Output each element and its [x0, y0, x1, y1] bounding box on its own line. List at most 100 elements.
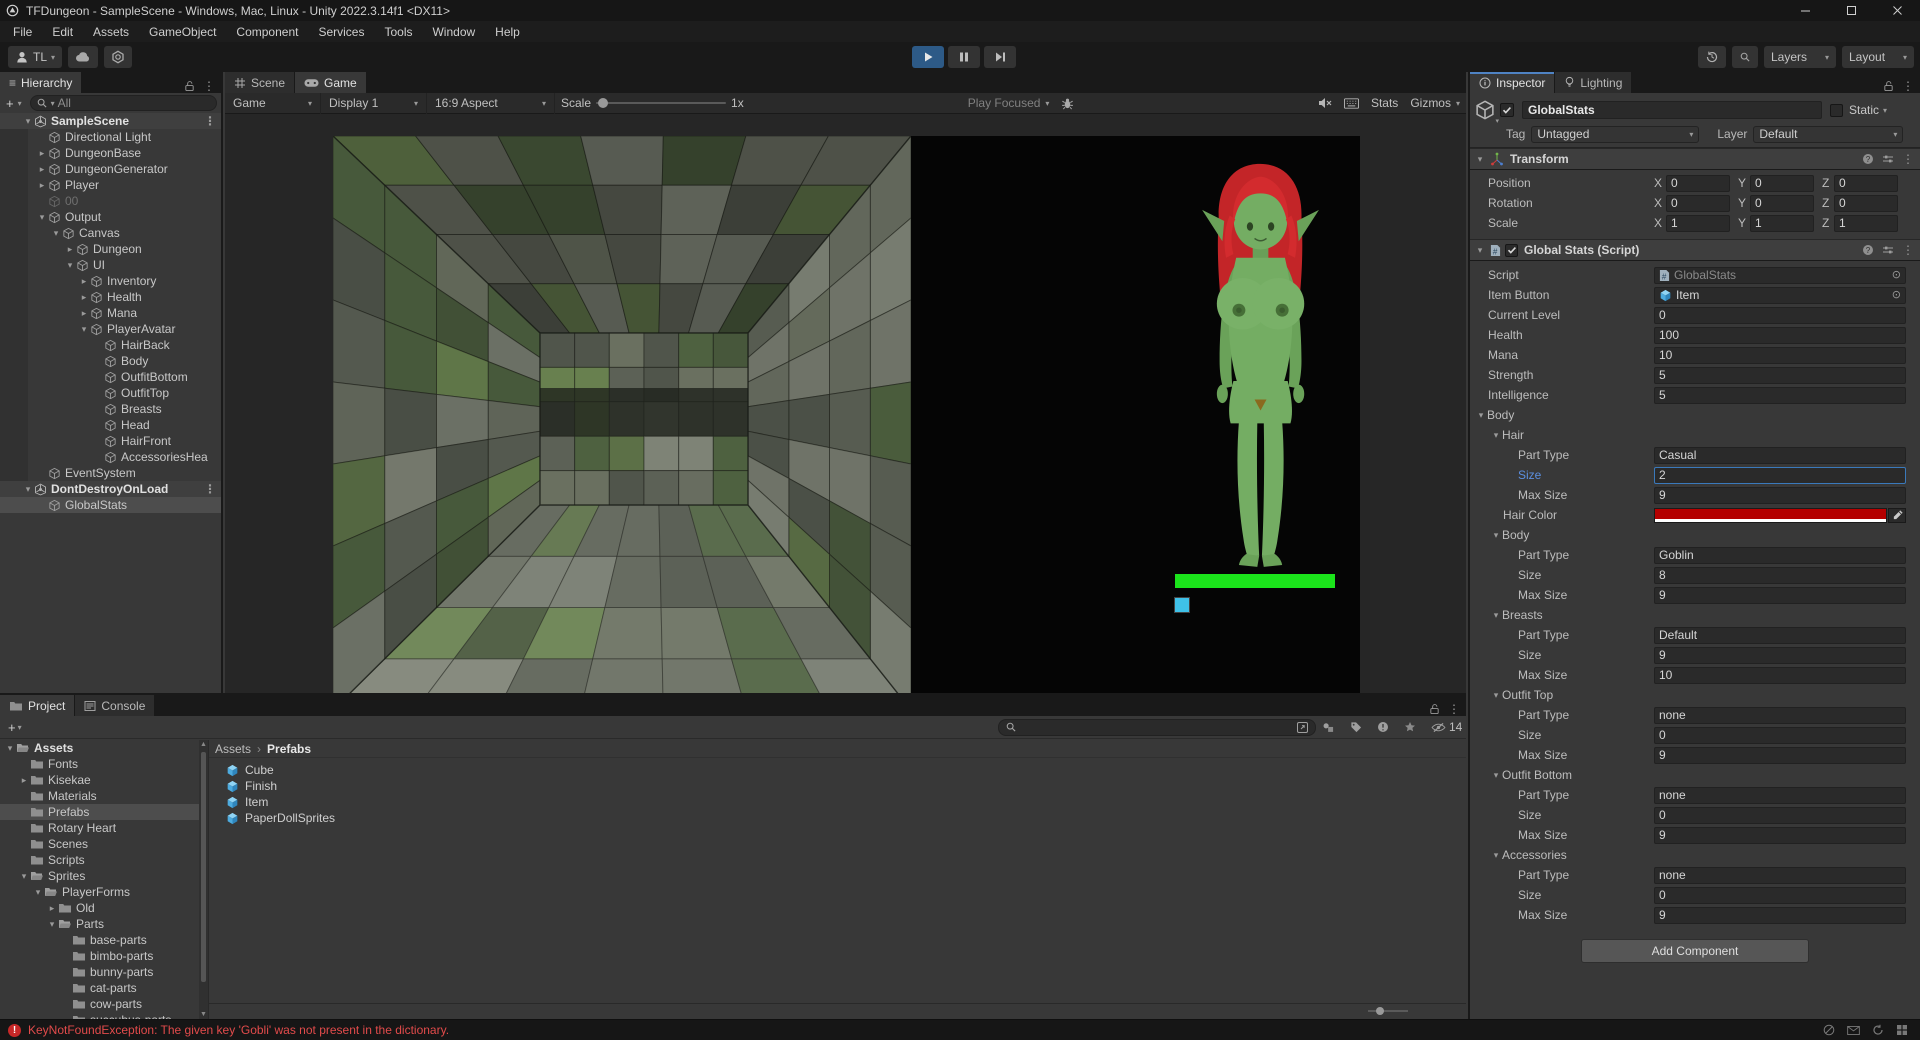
mute-audio-button[interactable]: [1312, 97, 1338, 109]
panel-menu-icon[interactable]: ⋮: [203, 79, 215, 93]
hierarchy-item-Head[interactable]: Head: [0, 417, 221, 433]
foldout-arrow[interactable]: ▸: [18, 775, 30, 786]
project-folder-Rotary Heart[interactable]: Rotary Heart: [0, 820, 199, 836]
foldout-arrow[interactable]: ▾: [1490, 430, 1502, 441]
field-size[interactable]: 9: [1654, 647, 1906, 664]
field-size[interactable]: 2: [1654, 467, 1906, 484]
scrollbar-thumb[interactable]: [201, 752, 206, 982]
tab-hierarchy[interactable]: ≡ Hierarchy: [0, 72, 82, 93]
project-folder-Scripts[interactable]: Scripts: [0, 852, 199, 868]
lock-icon[interactable]: [1429, 703, 1440, 715]
lock-icon[interactable]: [1883, 80, 1894, 92]
tab-lighting[interactable]: Lighting: [1555, 72, 1632, 93]
field-mana[interactable]: 10: [1654, 347, 1906, 364]
icon-size-slider[interactable]: [1368, 1010, 1408, 1012]
project-folder-Scenes[interactable]: Scenes: [0, 836, 199, 852]
project-folder-Assets[interactable]: ▾Assets: [0, 740, 199, 756]
create-asset-button[interactable]: +: [6, 720, 18, 735]
tab-scene[interactable]: Scene: [225, 72, 295, 93]
search-button[interactable]: [1732, 46, 1758, 68]
asset-item-PaperDollSprites[interactable]: PaperDollSprites: [209, 810, 1466, 826]
aspect-dropdown[interactable]: 16:9 Aspect▾: [427, 93, 555, 114]
foldout-arrow[interactable]: ▾: [22, 484, 34, 495]
hierarchy-item-Canvas[interactable]: ▾Canvas: [0, 225, 221, 241]
active-checkbox[interactable]: [1500, 103, 1514, 117]
messages-icon[interactable]: [1847, 1026, 1860, 1035]
hair-color-swatch[interactable]: [1654, 508, 1887, 523]
foldout-arrow[interactable]: ▾: [36, 212, 48, 223]
scale-slider[interactable]: [596, 102, 726, 104]
tab-game[interactable]: Game: [295, 72, 367, 93]
close-button[interactable]: [1874, 0, 1920, 21]
maximize-button[interactable]: [1828, 0, 1874, 21]
field-max-size[interactable]: 9: [1654, 907, 1906, 924]
gameobject-icon[interactable]: ▾: [1470, 99, 1500, 121]
layout-dropdown[interactable]: Layout▾: [1842, 46, 1914, 68]
add-gameobject-button[interactable]: +: [4, 96, 16, 111]
foldout-arrow[interactable]: ▾: [78, 324, 90, 335]
foldout-arrow[interactable]: ▾: [1490, 690, 1502, 701]
layers-dropdown[interactable]: Layers▾: [1764, 46, 1836, 68]
scene-menu-icon[interactable]: ⋮: [204, 482, 216, 496]
field-size[interactable]: 8: [1654, 567, 1906, 584]
field-size[interactable]: 0: [1654, 807, 1906, 824]
globalstats-component-header[interactable]: ▾ # Global Stats (Script) ? ⋮: [1470, 239, 1920, 261]
hierarchy-item-SampleScene[interactable]: ▾SampleScene⋮: [0, 113, 221, 129]
hierarchy-item-Dungeon[interactable]: ▸Dungeon: [0, 241, 221, 257]
menu-gameobject[interactable]: GameObject: [141, 21, 228, 42]
hierarchy-item-Breasts[interactable]: Breasts: [0, 401, 221, 417]
position-z-field[interactable]: 0: [1834, 175, 1898, 192]
hierarchy-item-Mana[interactable]: ▸Mana: [0, 305, 221, 321]
menu-tools[interactable]: Tools: [376, 21, 424, 42]
hierarchy-item-OutfitBottom[interactable]: OutfitBottom: [0, 369, 221, 385]
foldout-arrow[interactable]: ▾: [18, 871, 30, 882]
static-checkbox[interactable]: [1830, 104, 1843, 117]
project-folder-bunny-parts[interactable]: bunny-parts: [0, 964, 199, 980]
tab-project[interactable]: Project: [0, 695, 75, 716]
breadcrumb-prefabs[interactable]: Prefabs: [267, 742, 311, 756]
position-x-field[interactable]: 0: [1666, 175, 1730, 192]
field-part-type[interactable]: none: [1654, 867, 1906, 884]
scale-x-field[interactable]: 1: [1666, 215, 1730, 232]
menu-edit[interactable]: Edit: [44, 21, 85, 42]
component-enabled-checkbox[interactable]: [1505, 244, 1518, 257]
rotation-x-field[interactable]: 0: [1666, 195, 1730, 212]
menu-help[interactable]: Help: [487, 21, 532, 42]
project-folder-cat-parts[interactable]: cat-parts: [0, 980, 199, 996]
menu-assets[interactable]: Assets: [85, 21, 141, 42]
foldout-arrow[interactable]: ▾: [4, 743, 16, 754]
cache-icon[interactable]: [1896, 1024, 1908, 1036]
foldout-arrow[interactable]: ▾: [50, 228, 62, 239]
hierarchy-item-DungeonBase[interactable]: ▸DungeonBase: [0, 145, 221, 161]
open-search-window-icon[interactable]: [1296, 721, 1309, 734]
foldout-arrow[interactable]: ▾: [64, 260, 76, 271]
presets-icon[interactable]: [1882, 244, 1894, 256]
hierarchy-item-DontDestroyOnLoad[interactable]: ▾DontDestroyOnLoad⋮: [0, 481, 221, 497]
field-intelligence[interactable]: 5: [1654, 387, 1906, 404]
hierarchy-item-Inventory[interactable]: ▸Inventory: [0, 273, 221, 289]
foldout-arrow[interactable]: ▾: [1474, 154, 1486, 165]
field-part-type[interactable]: Default: [1654, 627, 1906, 644]
project-folder-Materials[interactable]: Materials: [0, 788, 199, 804]
field-strength[interactable]: 5: [1654, 367, 1906, 384]
hierarchy-item-Output[interactable]: ▾Output: [0, 209, 221, 225]
foldout-arrow[interactable]: ▾: [32, 887, 44, 898]
input-device-button[interactable]: [1338, 98, 1365, 109]
field-item-button[interactable]: Item⊙: [1654, 287, 1906, 304]
project-search-input[interactable]: [998, 719, 1316, 736]
filter-by-type-icon[interactable]: [1322, 722, 1335, 733]
field-script[interactable]: #GlobalStats⊙: [1654, 267, 1906, 284]
foldout-arrow[interactable]: ▸: [36, 180, 48, 191]
foldout-arrow[interactable]: ▾: [46, 919, 58, 930]
game-mode-dropdown[interactable]: Game▾: [225, 93, 321, 114]
scale-z-field[interactable]: 1: [1834, 215, 1898, 232]
project-tree-scrollbar[interactable]: ▲ ▼: [199, 740, 208, 1019]
cloud-button[interactable]: [68, 46, 98, 68]
minimize-button[interactable]: [1782, 0, 1828, 21]
project-folder-bimbo-parts[interactable]: bimbo-parts: [0, 948, 199, 964]
foldout-arrow[interactable]: ▾: [1490, 610, 1502, 621]
hierarchy-item-HairFront[interactable]: HairFront: [0, 433, 221, 449]
component-menu-icon[interactable]: ⋮: [1902, 243, 1914, 257]
foldout-arrow[interactable]: ▾: [1490, 530, 1502, 541]
project-folder-Fonts[interactable]: Fonts: [0, 756, 199, 772]
